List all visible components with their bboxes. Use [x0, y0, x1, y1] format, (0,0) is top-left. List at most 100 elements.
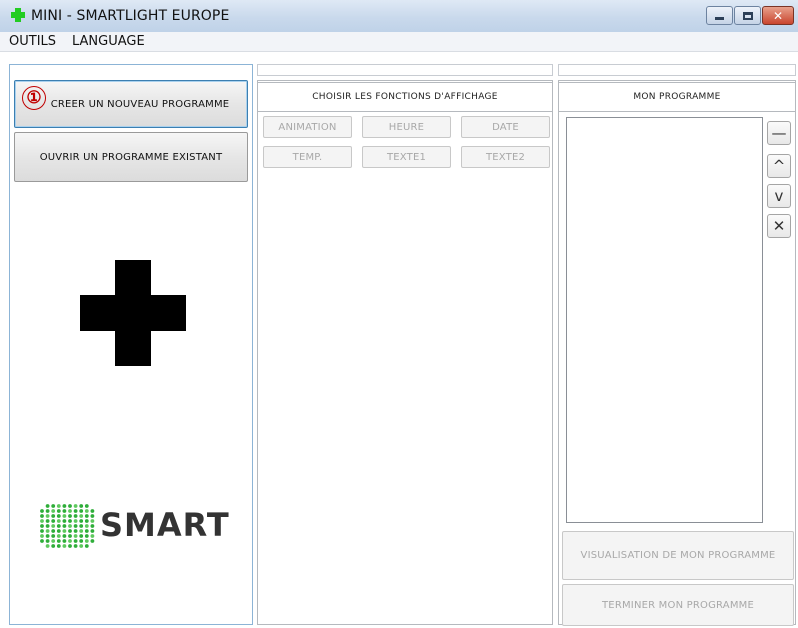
app-plus-icon — [11, 8, 25, 22]
maximize-icon — [735, 7, 760, 24]
logo-dot — [84, 524, 89, 528]
logo-dot — [73, 519, 78, 523]
function-label: TEMP. — [292, 151, 323, 163]
window-title: MINI - SMARTLIGHT EUROPE — [31, 8, 230, 24]
program-list[interactable] — [566, 117, 763, 523]
logo-dot — [73, 539, 78, 543]
logo-dot — [40, 539, 44, 543]
logo-dot — [79, 524, 84, 528]
logo-dot — [56, 529, 61, 533]
move-down-button[interactable]: v — [767, 184, 791, 208]
black-cross-icon — [80, 260, 186, 366]
function-label: TEXTE2 — [485, 151, 526, 163]
minimize-button[interactable] — [706, 6, 733, 25]
logo-dot — [73, 509, 78, 513]
close-icon: ✕ — [772, 8, 784, 23]
smart-logo: SMART — [38, 502, 233, 550]
function-texte1-button[interactable]: TEXTE1 — [362, 146, 451, 168]
logo-dot — [62, 524, 67, 528]
logo-dot — [79, 514, 84, 518]
logo-dot — [84, 519, 89, 523]
logo-dot — [90, 539, 95, 543]
logo-dot — [62, 534, 67, 538]
logo-dot — [62, 514, 67, 518]
logo-dot — [40, 534, 44, 538]
logo-dot — [62, 544, 67, 548]
delete-item-button[interactable]: ✕ — [767, 214, 791, 238]
logo-dot — [56, 509, 61, 513]
remove-item-button[interactable]: — — [767, 121, 791, 145]
create-program-button[interactable]: CREER UN NOUVEAU PROGRAMME — [14, 80, 248, 128]
logo-dot — [56, 534, 61, 538]
logo-dot — [40, 509, 44, 513]
finish-program-button[interactable]: TERMINER MON PROGRAMME — [562, 584, 794, 626]
move-up-button[interactable]: ^ — [767, 154, 791, 178]
logo-dot — [40, 519, 44, 523]
menu-outils[interactable]: OUTILS — [9, 34, 56, 49]
logo-dot — [68, 514, 72, 518]
logo-dot — [45, 529, 50, 533]
menu-language[interactable]: LANGUAGE — [72, 34, 145, 49]
logo-dot — [51, 544, 56, 548]
logo-text: SMART — [100, 506, 230, 544]
title-bar[interactable]: MINI - SMARTLIGHT EUROPE ✕ — [0, 0, 798, 32]
preview-program-label: VISUALISATION DE MON PROGRAMME — [580, 550, 776, 561]
maximize-button[interactable] — [734, 6, 761, 25]
logo-dot — [56, 504, 61, 508]
logo-dot — [62, 509, 67, 513]
logo-dot — [73, 514, 78, 518]
close-button[interactable]: ✕ — [762, 6, 794, 25]
finish-program-label: TERMINER MON PROGRAMME — [602, 599, 754, 611]
logo-dot — [79, 509, 84, 513]
logo-dot — [51, 539, 56, 543]
open-program-label: OUVRIR UN PROGRAMME EXISTANT — [39, 151, 223, 163]
logo-dot — [62, 539, 67, 543]
close-icon: ✕ — [772, 216, 786, 235]
logo-dot — [68, 539, 72, 543]
logo-dot — [79, 539, 84, 543]
logo-dot — [84, 509, 89, 513]
preview-program-button[interactable]: VISUALISATION DE MON PROGRAMME — [562, 531, 794, 580]
logo-dot — [56, 539, 61, 543]
function-date-button[interactable]: DATE — [461, 116, 550, 138]
logo-dot — [68, 519, 72, 523]
logo-dot — [90, 519, 95, 523]
logo-dot — [84, 529, 89, 533]
function-label: ANIMATION — [278, 121, 337, 133]
logo-dot — [84, 504, 89, 508]
function-label: TEXTE1 — [386, 151, 427, 163]
chevron-down-icon: v — [774, 186, 784, 205]
logo-dot — [84, 534, 89, 538]
logo-dot — [45, 534, 50, 538]
open-program-button[interactable]: OUVRIR UN PROGRAMME EXISTANT — [14, 132, 248, 182]
logo-dot — [62, 519, 67, 523]
logo-dot — [68, 529, 72, 533]
logo-dot — [51, 529, 56, 533]
logo-dot — [51, 519, 56, 523]
minimize-icon — [707, 7, 732, 24]
function-label: DATE — [492, 121, 519, 133]
logo-dot — [40, 529, 44, 533]
logo-dot — [73, 534, 78, 538]
functions-header: CHOISIR LES FONCTIONS D'AFFICHAGE — [257, 82, 553, 112]
function-texte2-button[interactable]: TEXTE2 — [461, 146, 550, 168]
logo-dot — [45, 514, 50, 518]
logo-dot — [79, 519, 84, 523]
logo-dot — [79, 534, 84, 538]
logo-dot — [68, 544, 72, 548]
logo-dot — [90, 514, 95, 518]
logo-dot — [68, 509, 72, 513]
function-animation-button[interactable]: ANIMATION — [263, 116, 352, 138]
logo-dot — [68, 534, 72, 538]
logo-dot — [56, 514, 61, 518]
logo-dot — [51, 524, 56, 528]
program-header: MON PROGRAMME — [558, 82, 796, 112]
function-heure-button[interactable]: HEURE — [362, 116, 451, 138]
logo-dot — [73, 524, 78, 528]
logo-dot — [51, 514, 56, 518]
logo-dot — [79, 544, 84, 548]
function-temp-button[interactable]: TEMP. — [263, 146, 352, 168]
logo-dot — [84, 539, 89, 543]
logo-dot — [45, 524, 50, 528]
chevron-up-icon: ^ — [772, 156, 786, 175]
